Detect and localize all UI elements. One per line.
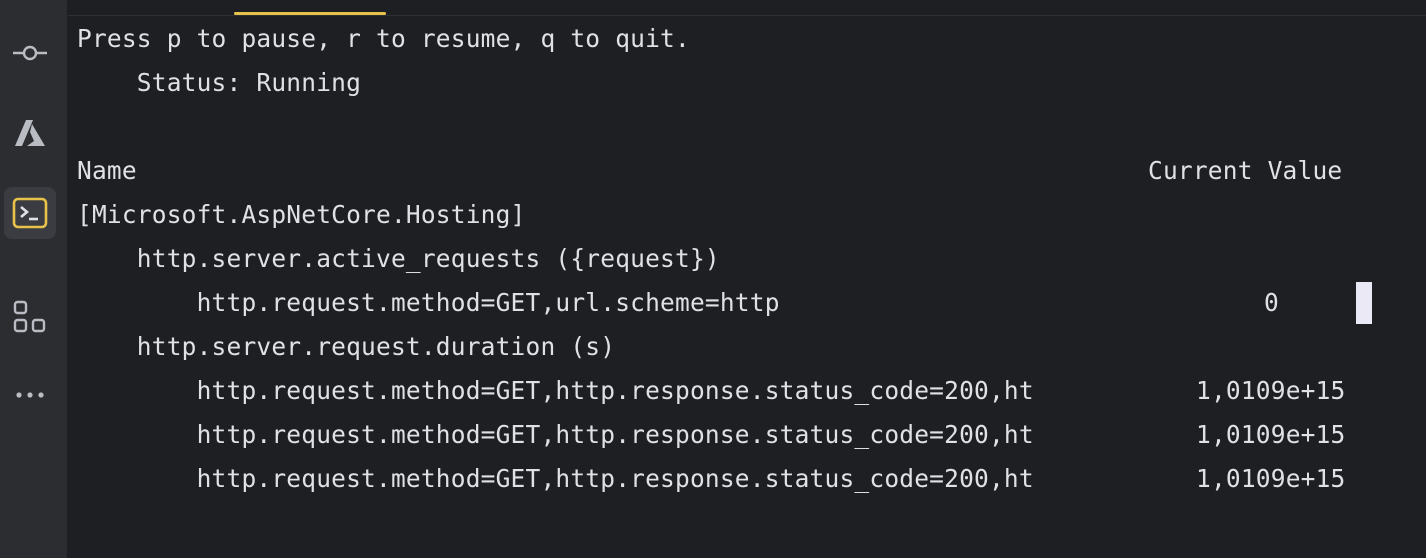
metric-row-value: 0	[1264, 288, 1279, 317]
terminal-button[interactable]	[4, 187, 56, 239]
services-icon	[13, 300, 46, 333]
metric-name: http.server.active_requests ({request})	[77, 244, 720, 273]
metric-row-value: 1,0109e+15	[1196, 420, 1346, 449]
metric-row-label: http.request.method=GET,http.response.st…	[77, 464, 1034, 493]
metric-row-value: 1,0109e+15	[1196, 376, 1346, 405]
commit-icon	[13, 45, 47, 61]
metric-row-label: http.request.method=GET,http.response.st…	[77, 376, 1034, 405]
category-label: [Microsoft.AspNetCore.Hosting]	[77, 200, 526, 229]
active-tab-indicator	[234, 12, 386, 15]
terminal-panel[interactable]: Press p to pause, r to resume, q to quit…	[68, 0, 1426, 558]
metric-row-label: http.request.method=GET,url.scheme=http	[77, 288, 780, 317]
ide-window: Press p to pause, r to resume, q to quit…	[0, 0, 1426, 558]
metric-row-value: 1,0109e+15	[1196, 464, 1346, 493]
status-line: Status: Running	[77, 68, 362, 97]
terminal-cursor	[1356, 282, 1372, 324]
more-icon	[16, 392, 44, 398]
metric-name: http.server.request.duration (s)	[77, 332, 616, 361]
column-header-value: Current Value	[1148, 156, 1343, 185]
terminal-icon	[12, 197, 48, 229]
column-header-name: Name	[77, 156, 137, 185]
more-button[interactable]	[4, 369, 56, 421]
azure-button[interactable]	[4, 107, 56, 159]
azure-icon	[15, 120, 45, 146]
commit-button[interactable]	[4, 27, 56, 79]
controls-hint: Press p to pause, r to resume, q to quit…	[77, 24, 690, 53]
services-button[interactable]	[4, 291, 56, 343]
metric-row-label: http.request.method=GET,http.response.st…	[77, 420, 1034, 449]
tool-window-sidebar	[0, 0, 68, 558]
terminal-tab-bar	[68, 0, 1426, 16]
